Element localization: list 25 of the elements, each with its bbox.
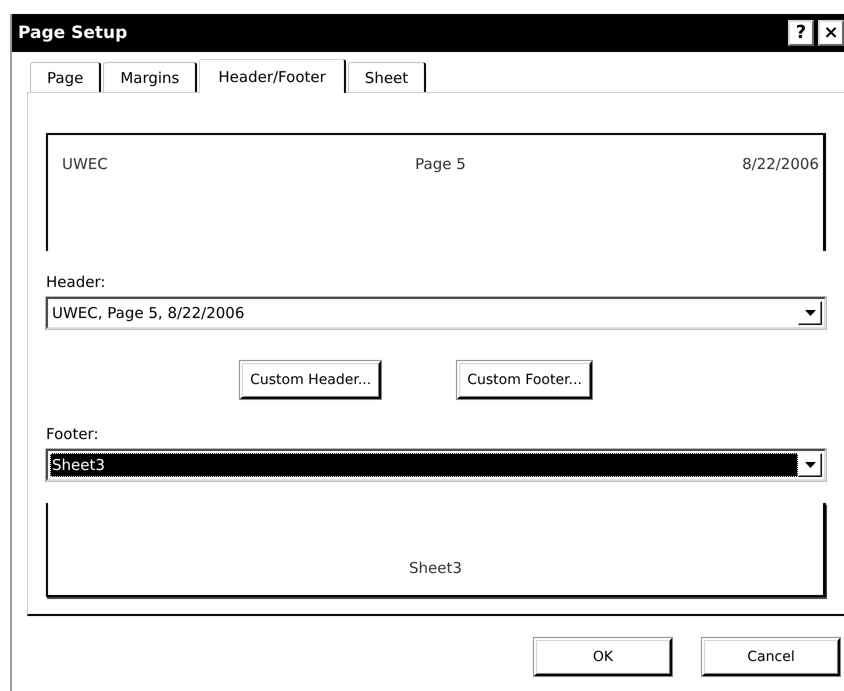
caret-icon — [804, 462, 816, 468]
help-button[interactable]: ? — [788, 20, 814, 46]
field-label: Header: — [46, 273, 106, 291]
preview-text: Page 5 — [414, 155, 467, 173]
cancel-button[interactable]: Cancel — [702, 638, 840, 676]
preview-text: 8/22/2006 — [741, 155, 819, 173]
dropdown-field[interactable]: Sheet3 — [46, 449, 826, 481]
preview-text: UWEC — [62, 155, 109, 173]
tab[interactable]: Margins — [103, 62, 198, 92]
dropdown-field[interactable]: UWEC, Page 5, 8/22/2006 — [46, 297, 826, 329]
preview-text: Sheet3 — [409, 559, 462, 577]
field-value: UWEC, Page 5, 8/22/2006 — [51, 303, 246, 324]
custom-button[interactable]: Custom Header... — [240, 361, 382, 399]
tab[interactable]: Sheet — [348, 62, 426, 92]
field-value: Sheet3 — [50, 453, 798, 477]
tab[interactable]: Page — [30, 62, 102, 92]
ok-button[interactable]: OK — [534, 638, 672, 676]
caret-icon — [804, 310, 816, 316]
dropdown-button[interactable] — [798, 301, 822, 325]
custom-button[interactable]: Custom Footer... — [457, 361, 592, 399]
window-title: Page Setup — [18, 23, 128, 43]
field-label: Footer: — [46, 425, 100, 443]
dropdown-button[interactable] — [798, 453, 822, 477]
tab[interactable]: Header/Footer — [199, 59, 346, 93]
close-button[interactable]: × — [818, 20, 844, 46]
